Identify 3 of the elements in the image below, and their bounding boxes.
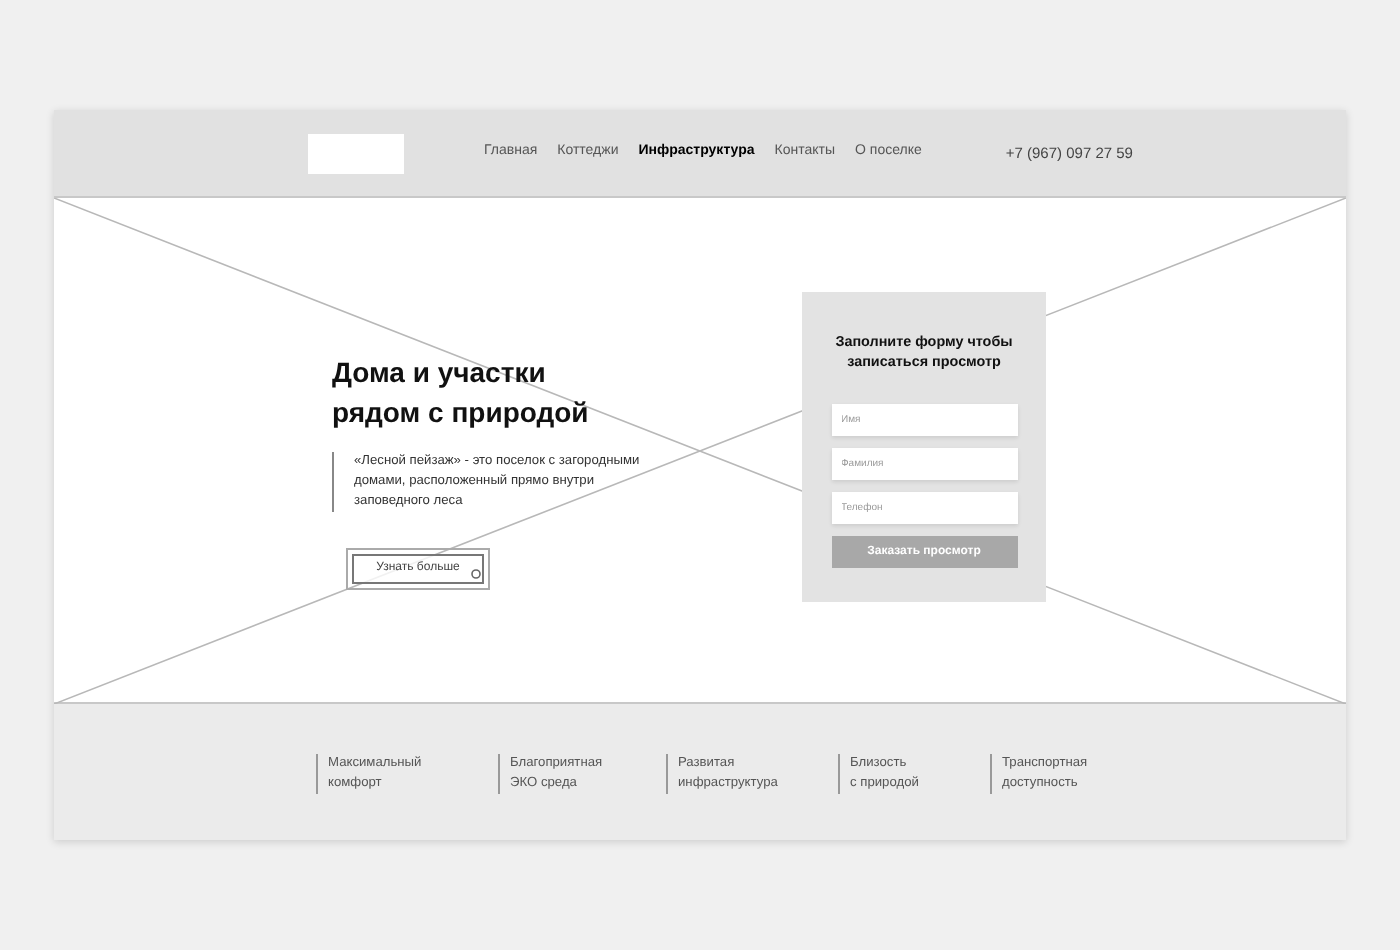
hero-title: Дома и участки рядом с природой: [332, 354, 591, 432]
logo-placeholder: [308, 133, 404, 173]
cursor-icon: [470, 568, 482, 580]
